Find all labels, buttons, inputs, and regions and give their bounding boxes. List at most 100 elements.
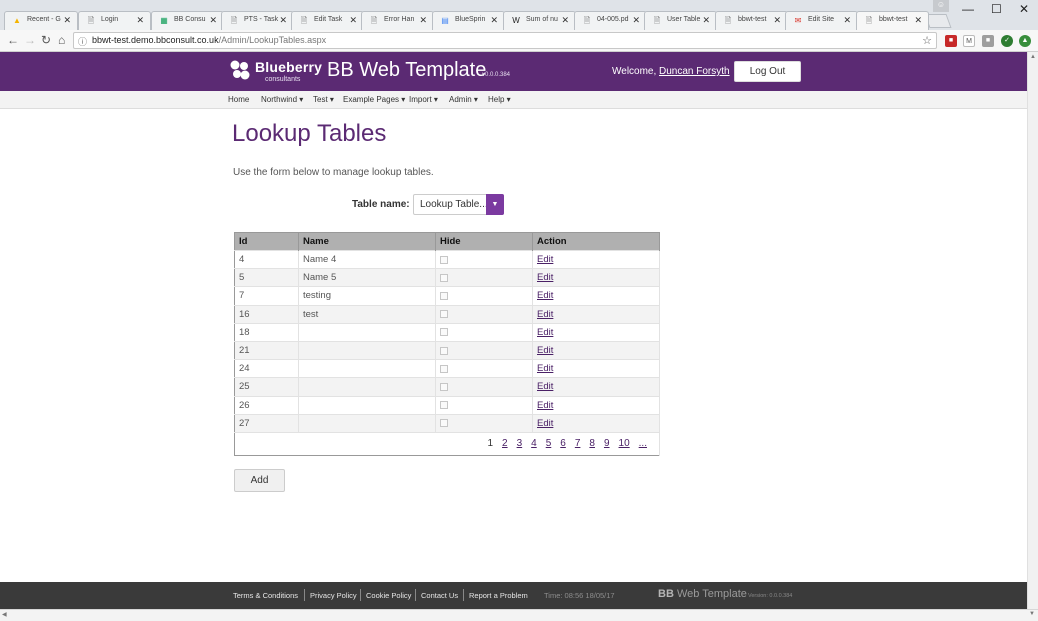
edit-link[interactable]: Edit (537, 254, 553, 265)
pager-link[interactable]: 3 (517, 438, 523, 449)
edit-link[interactable]: Edit (537, 309, 553, 320)
username-link[interactable]: Duncan Forsyth (659, 66, 730, 77)
close-tab-icon[interactable]: ✕ (632, 15, 640, 26)
nav-admin[interactable]: Admin ▾ (449, 95, 478, 104)
extension-pdf-icon[interactable]: ■ (945, 35, 957, 47)
close-tab-icon[interactable]: ✕ (490, 15, 498, 26)
column-header-name[interactable]: Name (298, 232, 436, 251)
edit-link[interactable]: Edit (537, 327, 553, 338)
cell-name (298, 395, 436, 415)
browser-tab[interactable]: 🗎 Error Han ✕ (361, 11, 434, 30)
pager-link[interactable]: 5 (546, 438, 552, 449)
close-tab-icon[interactable]: ✕ (843, 15, 851, 26)
footer-link-cookie[interactable]: Cookie Policy (366, 591, 411, 600)
footer-link-contact[interactable]: Contact Us (421, 591, 458, 600)
footer-divider (304, 589, 305, 601)
tab-title: User Table (667, 16, 701, 23)
pager-link[interactable]: 4 (531, 438, 537, 449)
browser-tab[interactable]: ▦ BB Consu ✕ (151, 11, 224, 30)
extension-check-icon[interactable]: ✓ (1001, 35, 1013, 47)
nav-help[interactable]: Help ▾ (488, 95, 511, 104)
close-tab-icon[interactable]: ✕ (561, 15, 569, 26)
bookmark-star-icon[interactable]: ☆ (922, 34, 932, 47)
scroll-left-icon[interactable]: ◀ (2, 611, 7, 618)
close-tab-icon[interactable]: ✕ (914, 15, 922, 26)
info-icon[interactable]: ⓘ (78, 35, 87, 48)
profile-icon[interactable]: ☺ (933, 0, 949, 12)
extension-evernote-icon[interactable]: ▲ (1019, 35, 1031, 47)
forward-icon[interactable]: → (24, 33, 36, 47)
browser-tab[interactable]: 🗎 04-005.pd ✕ (574, 11, 647, 30)
tab-title: Edit Site (808, 16, 835, 23)
extension-grey-icon[interactable]: ■ (982, 35, 994, 47)
reload-icon[interactable]: ↻ (41, 33, 51, 47)
close-tab-icon[interactable]: ✕ (136, 15, 144, 26)
browser-tab[interactable]: 🗎 User Table ✕ (644, 11, 717, 30)
edit-link[interactable]: Edit (537, 381, 553, 392)
home-icon[interactable]: ⌂ (58, 33, 65, 47)
extension-m-icon[interactable]: M (963, 35, 975, 47)
nav-northwind[interactable]: Northwind ▾ (261, 95, 303, 104)
edit-link[interactable]: Edit (537, 345, 553, 356)
back-icon[interactable]: ← (7, 33, 19, 47)
add-button[interactable]: Add (234, 469, 285, 492)
browser-tab[interactable]: ▤ BlueSprin ✕ (432, 11, 505, 30)
cell-name (298, 340, 436, 360)
maximize-icon[interactable]: ☐ (991, 2, 1002, 16)
minimize-icon[interactable]: — (962, 2, 974, 16)
pager-link[interactable]: 9 (604, 438, 610, 449)
horizontal-scrollbar[interactable]: ◀ ▼ (0, 609, 1038, 621)
pager-link[interactable]: ... (639, 438, 647, 449)
browser-tab[interactable]: ✉ Edit Site ✕ (785, 11, 858, 30)
close-tab-icon[interactable]: ✕ (702, 15, 710, 26)
column-header-id[interactable]: Id (234, 232, 299, 251)
chevron-down-icon[interactable]: ▼ (486, 194, 504, 215)
close-tab-icon[interactable]: ✕ (63, 15, 71, 26)
pager-link[interactable]: 8 (589, 438, 595, 449)
footer-link-privacy[interactable]: Privacy Policy (310, 591, 357, 600)
close-tab-icon[interactable]: ✕ (209, 15, 217, 26)
nav-home[interactable]: Home (228, 95, 249, 104)
tab-title: Recent - G (27, 16, 61, 23)
edit-link[interactable]: Edit (537, 290, 553, 301)
vertical-scrollbar[interactable]: ▲ (1027, 52, 1038, 609)
close-tab-icon[interactable]: ✕ (419, 15, 427, 26)
close-tab-icon[interactable]: ✕ (279, 15, 287, 26)
close-window-icon[interactable]: ✕ (1019, 2, 1029, 16)
address-bar[interactable]: ⓘ bbwt-test.demo.bbconsult.co.uk/Admin/L… (73, 32, 937, 49)
browser-tab[interactable]: 🗎 bbwt-test ✕ (856, 11, 929, 30)
close-tab-icon[interactable]: ✕ (773, 15, 781, 26)
pager-link[interactable]: 2 (502, 438, 508, 449)
browser-tab[interactable]: 🗎 Login ✕ (78, 11, 151, 30)
edit-link[interactable]: Edit (537, 363, 553, 374)
table-row: 21 Edit (234, 340, 660, 360)
pager-link[interactable]: 6 (560, 438, 566, 449)
pager-link[interactable]: 7 (575, 438, 581, 449)
edit-link[interactable]: Edit (537, 272, 553, 283)
browser-tab[interactable]: ▲ Recent - G ✕ (4, 11, 78, 30)
cell-name: Name 4 (298, 249, 436, 269)
logout-button[interactable]: Log Out (734, 61, 801, 82)
browser-tab[interactable]: 🗎 bbwt-test ✕ (715, 11, 788, 30)
cell-id: 24 (234, 359, 299, 378)
nav-test[interactable]: Test ▾ (313, 95, 334, 104)
column-header-hide[interactable]: Hide (435, 232, 533, 251)
scroll-down-icon[interactable]: ▼ (1029, 611, 1035, 617)
cell-action: Edit (532, 413, 660, 433)
tab-title: BB Consu (174, 16, 206, 23)
app-title[interactable]: BB Web Template (327, 59, 486, 82)
browser-tab[interactable]: 🗎 PTS - Task ✕ (221, 11, 294, 30)
browser-tab[interactable]: W Sum of nu ✕ (503, 11, 576, 30)
pager-link[interactable]: 10 (619, 438, 630, 449)
scroll-up-icon[interactable]: ▲ (1030, 54, 1036, 60)
footer-link-report[interactable]: Report a Problem (469, 591, 528, 600)
column-header-action[interactable]: Action (532, 232, 660, 251)
footer-link-terms[interactable]: Terms & Conditions (233, 591, 298, 600)
cell-action: Edit (532, 359, 660, 378)
edit-link[interactable]: Edit (537, 400, 553, 411)
nav-import[interactable]: Import ▾ (409, 95, 438, 104)
close-tab-icon[interactable]: ✕ (349, 15, 357, 26)
browser-tab[interactable]: 🗎 Edit Task ✕ (291, 11, 364, 30)
edit-link[interactable]: Edit (537, 418, 553, 429)
nav-example-pages[interactable]: Example Pages ▾ (343, 95, 405, 104)
